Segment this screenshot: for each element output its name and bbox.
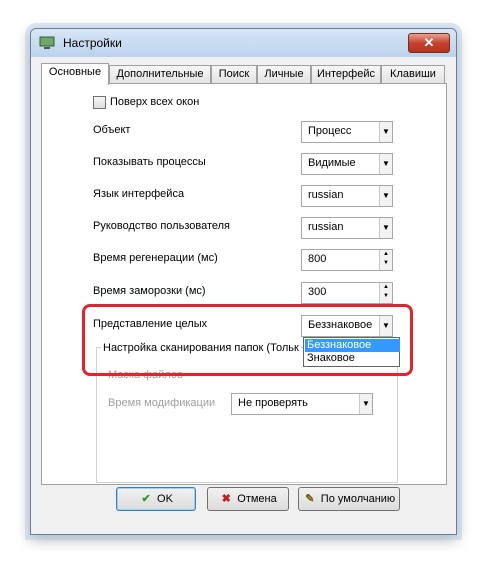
tab-additional[interactable]: Дополнительные (109, 65, 211, 83)
app-icon (39, 36, 55, 49)
freeze-time-label: Время заморозки (мс) (93, 285, 206, 297)
freeze-time-value: 300 (308, 286, 327, 298)
object-value: Процесс (308, 125, 352, 137)
user-guide-label: Руководство пользователя (93, 220, 230, 232)
refresh-time-spinner[interactable]: 800 ▲ ▼ (301, 249, 393, 271)
tab-personal[interactable]: Личные (257, 65, 311, 83)
show-processes-value: Видимые (308, 157, 356, 169)
close-button[interactable]: ✕ (408, 33, 450, 53)
chevron-down-icon: ▼ (379, 186, 392, 206)
integer-repr-label: Представление целых (93, 318, 208, 330)
window-title: Настройки (63, 36, 122, 50)
file-mask-label: Маска файлов (108, 369, 183, 381)
refresh-time-label: Время регенерации (мс) (93, 252, 218, 264)
object-label: Объект (93, 124, 131, 136)
settings-window: Настройки ✕ Основные Дополнительные Поис… (30, 28, 457, 535)
dropdown-option-unsigned[interactable]: Беззнаковое (305, 339, 400, 352)
object-select[interactable]: Процесс ▼ (301, 121, 393, 143)
folder-scan-group (96, 347, 398, 483)
user-guide-value: russian (308, 221, 344, 233)
cross-icon: ✖ (221, 493, 231, 505)
interface-language-label: Язык интерфейса (93, 188, 185, 200)
chevron-down-icon: ▼ (359, 394, 372, 414)
refresh-time-value: 800 (308, 253, 327, 265)
cancel-label: Отмена (237, 493, 277, 505)
tab-main[interactable]: Основные (41, 63, 109, 85)
freeze-time-spinner[interactable]: 300 ▲ ▼ (301, 282, 393, 304)
defaults-button[interactable]: ✎ По умолчанию (298, 487, 400, 511)
chevron-down-icon: ▼ (379, 154, 392, 174)
interface-language-value: russian (308, 189, 344, 201)
close-icon: ✕ (423, 35, 435, 50)
cancel-button[interactable]: ✖ Отмена (207, 487, 289, 511)
mod-time-value: Не проверять (238, 397, 308, 409)
always-on-top-checkbox[interactable] (93, 96, 106, 109)
show-processes-label: Показывать процессы (93, 156, 206, 168)
tab-interface[interactable]: Интерфейс (311, 65, 381, 83)
chevron-down-icon: ▼ (379, 218, 392, 238)
dropdown-option-signed[interactable]: Знаковое (305, 352, 400, 365)
integer-repr-dropdown: Беззнаковое Знаковое (303, 337, 400, 367)
always-on-top-label: Поверх всех окон (110, 96, 200, 108)
user-guide-select[interactable]: russian ▼ (301, 217, 393, 239)
mod-time-label: Время модификации (108, 397, 216, 409)
tab-search[interactable]: Поиск (211, 65, 257, 83)
show-processes-select[interactable]: Видимые ▼ (301, 153, 393, 175)
mod-time-select[interactable]: Не проверять ▼ (231, 393, 373, 415)
chevron-down-icon: ▼ (379, 122, 392, 142)
checkmark-icon: ✔ (141, 493, 151, 505)
ok-button[interactable]: ✔ OK (116, 487, 196, 511)
brush-icon: ✎ (305, 493, 315, 505)
ok-label: OK (157, 493, 173, 505)
tab-hotkeys[interactable]: Клавиши (381, 65, 445, 83)
integer-repr-select[interactable]: Беззнаковое ▼ (301, 315, 393, 337)
spin-arrows-icon[interactable]: ▲ ▼ (379, 250, 392, 270)
defaults-label: По умолчанию (320, 493, 396, 505)
integer-repr-value: Беззнаковое (308, 319, 373, 331)
folder-scan-title: Настройка сканирования папок (Тольк (101, 342, 301, 354)
title-bar: Настройки ✕ (31, 29, 456, 57)
interface-language-select[interactable]: russian ▼ (301, 185, 393, 207)
chevron-down-icon: ▼ (379, 316, 392, 336)
spin-arrows-icon[interactable]: ▲ ▼ (379, 283, 392, 303)
